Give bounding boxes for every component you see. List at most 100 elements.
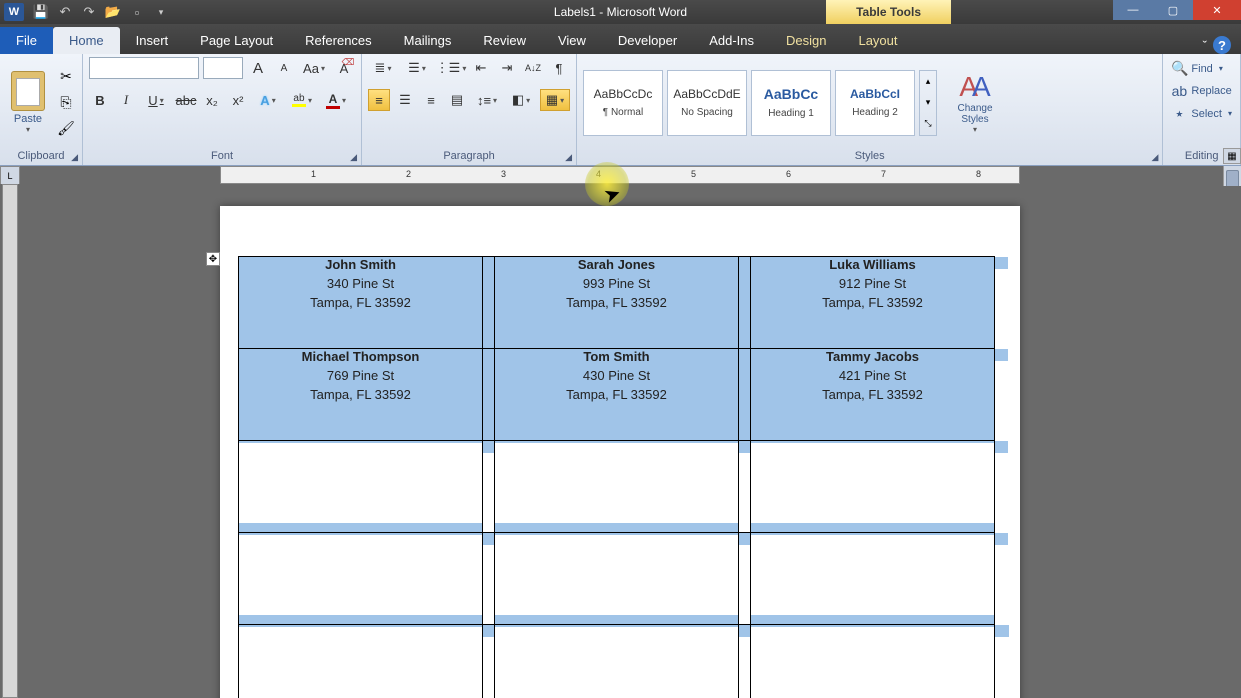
label-cell[interactable]: Tammy Jacobs 421 Pine St Tampa, FL 33592 xyxy=(751,349,995,441)
page[interactable]: ✥ John Smith 340 Pine St Tampa, FL 33592… xyxy=(220,206,1020,698)
tab-references[interactable]: References xyxy=(289,27,387,54)
font-name-input[interactable] xyxy=(89,57,199,79)
find-button[interactable]: 🔍Find▾ xyxy=(1169,57,1224,80)
tab-developer[interactable]: Developer xyxy=(602,27,693,54)
line-spacing-button[interactable]: ↕≡ xyxy=(472,89,502,111)
minimize-button[interactable]: — xyxy=(1113,0,1153,20)
numbering-button[interactable]: ☰ xyxy=(402,57,432,79)
tab-file[interactable]: File xyxy=(0,27,53,54)
tab-home[interactable]: Home xyxy=(53,27,120,54)
replace-icon: ab xyxy=(1171,83,1187,99)
label-cell-empty[interactable] xyxy=(751,441,995,533)
tab-addins[interactable]: Add-Ins xyxy=(693,27,770,54)
table-move-handle-icon[interactable]: ✥ xyxy=(206,252,220,266)
shrink-font-button[interactable]: A xyxy=(273,57,295,79)
tab-review[interactable]: Review xyxy=(467,27,542,54)
save-icon[interactable]: 💾 xyxy=(32,3,50,21)
superscript-button[interactable]: x² xyxy=(227,89,249,111)
font-size-input[interactable] xyxy=(203,57,243,79)
tab-view[interactable]: View xyxy=(542,27,602,54)
paragraph-launcher-icon[interactable]: ◢ xyxy=(565,152,572,163)
label-cell-empty[interactable] xyxy=(751,625,995,698)
tab-insert[interactable]: Insert xyxy=(120,27,185,54)
highlight-button[interactable]: ab xyxy=(287,89,317,111)
style-heading-1[interactable]: AaBbCc Heading 1 xyxy=(751,70,831,136)
tab-mailings[interactable]: Mailings xyxy=(388,27,468,54)
redo-icon[interactable]: ↷ xyxy=(80,3,98,21)
open-icon[interactable]: 📂 xyxy=(104,3,122,21)
sort-button[interactable]: A↓Z xyxy=(522,57,544,79)
text-effects-button[interactable]: A xyxy=(253,89,283,111)
document-area: ✥ John Smith 340 Pine St Tampa, FL 33592… xyxy=(20,186,1241,698)
bold-button[interactable]: B xyxy=(89,89,111,111)
tab-layout[interactable]: Layout xyxy=(842,27,913,54)
change-case-button[interactable]: Aa xyxy=(299,57,329,79)
gallery-more-icon[interactable]: ⤡ xyxy=(920,113,936,134)
justify-button[interactable]: ▤ xyxy=(446,89,468,111)
gallery-down-icon[interactable]: ▾ xyxy=(920,92,936,113)
bullets-button[interactable]: ≣ xyxy=(368,57,398,79)
tab-page-layout[interactable]: Page Layout xyxy=(184,27,289,54)
labels-table[interactable]: John Smith 340 Pine St Tampa, FL 33592 S… xyxy=(238,256,1009,698)
label-cell[interactable]: Michael Thompson 769 Pine St Tampa, FL 3… xyxy=(239,349,483,441)
qat-more-icon[interactable]: ▾ xyxy=(152,3,170,21)
shading-button[interactable]: ◧ xyxy=(506,89,536,111)
close-button[interactable]: ✕ xyxy=(1193,0,1241,20)
ruler-track[interactable]: 1 2 3 4 5 6 7 8 xyxy=(220,166,1020,184)
label-cell[interactable]: Luka Williams 912 Pine St Tampa, FL 3359… xyxy=(751,257,995,349)
maximize-button[interactable]: ▢ xyxy=(1153,0,1193,20)
styles-launcher-icon[interactable]: ◢ xyxy=(1151,152,1158,163)
group-font: A A Aa A⌫ B I U abc x₂ x² A ab A Font ◢ xyxy=(83,54,362,165)
font-color-button[interactable]: A xyxy=(321,89,351,111)
format-painter-icon[interactable]: 🖌 xyxy=(56,119,76,139)
subscript-button[interactable]: x₂ xyxy=(201,89,223,111)
label-cell-empty[interactable] xyxy=(495,533,739,625)
label-cell-empty[interactable] xyxy=(239,533,483,625)
help-icon[interactable]: ? xyxy=(1213,36,1231,54)
font-launcher-icon[interactable]: ◢ xyxy=(350,152,357,163)
table-row: Michael Thompson 769 Pine St Tampa, FL 3… xyxy=(239,349,1009,441)
borders-button[interactable]: ▦ xyxy=(540,89,570,111)
label-cell[interactable]: John Smith 340 Pine St Tampa, FL 33592 xyxy=(239,257,483,349)
italic-button[interactable]: I xyxy=(115,89,137,111)
label-cell[interactable]: Sarah Jones 993 Pine St Tampa, FL 33592 xyxy=(495,257,739,349)
tab-design[interactable]: Design xyxy=(770,27,842,54)
underline-button[interactable]: U xyxy=(141,89,171,111)
ruler-toggle-icon[interactable]: ▦ xyxy=(1223,148,1241,164)
gallery-up-icon[interactable]: ▴ xyxy=(920,71,936,92)
multilevel-button[interactable]: ⋮☰ xyxy=(436,57,466,79)
label-cell-empty[interactable] xyxy=(495,441,739,533)
replace-button[interactable]: abReplace xyxy=(1169,80,1233,102)
label-cell-empty[interactable] xyxy=(751,533,995,625)
label-cell-empty[interactable] xyxy=(239,441,483,533)
align-left-button[interactable]: ≡ xyxy=(368,89,390,111)
change-styles-button[interactable]: AA Change Styles ▾ xyxy=(947,71,1003,134)
align-center-button[interactable]: ☰ xyxy=(394,89,416,111)
style-heading-2[interactable]: AaBbCcI Heading 2 xyxy=(835,70,915,136)
cut-icon[interactable]: ✂ xyxy=(56,67,76,87)
new-icon[interactable]: ▫ xyxy=(128,3,146,21)
styles-gallery-scroller[interactable]: ▴ ▾ ⤡ xyxy=(919,70,937,136)
label-cell[interactable]: Tom Smith 430 Pine St Tampa, FL 33592 xyxy=(495,349,739,441)
undo-icon[interactable]: ↶ xyxy=(56,3,74,21)
grow-font-button[interactable]: A xyxy=(247,57,269,79)
paste-button[interactable]: Paste ▾ xyxy=(6,71,50,134)
align-right-button[interactable]: ≡ xyxy=(420,89,442,111)
label-cell-empty[interactable] xyxy=(495,625,739,698)
table-row xyxy=(239,441,1009,533)
tab-selector[interactable]: L xyxy=(0,166,20,186)
decrease-indent-button[interactable]: ⇤ xyxy=(470,57,492,79)
table-row xyxy=(239,533,1009,625)
style-normal[interactable]: AaBbCcDc ¶ Normal xyxy=(583,70,663,136)
increase-indent-button[interactable]: ⇥ xyxy=(496,57,518,79)
clipboard-launcher-icon[interactable]: ◢ xyxy=(71,152,78,163)
clear-formatting-button[interactable]: A⌫ xyxy=(333,57,355,79)
title-bar: W 💾 ↶ ↷ 📂 ▫ ▾ Labels1 - Microsoft Word T… xyxy=(0,0,1241,24)
copy-icon[interactable]: ⎘ xyxy=(56,93,76,113)
minimize-ribbon-icon[interactable]: ˇ xyxy=(1203,38,1207,53)
style-no-spacing[interactable]: AaBbCcDdE No Spacing xyxy=(667,70,747,136)
select-button[interactable]: ⭑Select▾ xyxy=(1169,102,1234,125)
show-marks-button[interactable]: ¶ xyxy=(548,57,570,79)
label-cell-empty[interactable] xyxy=(239,625,483,698)
strikethrough-button[interactable]: abc xyxy=(175,89,197,111)
